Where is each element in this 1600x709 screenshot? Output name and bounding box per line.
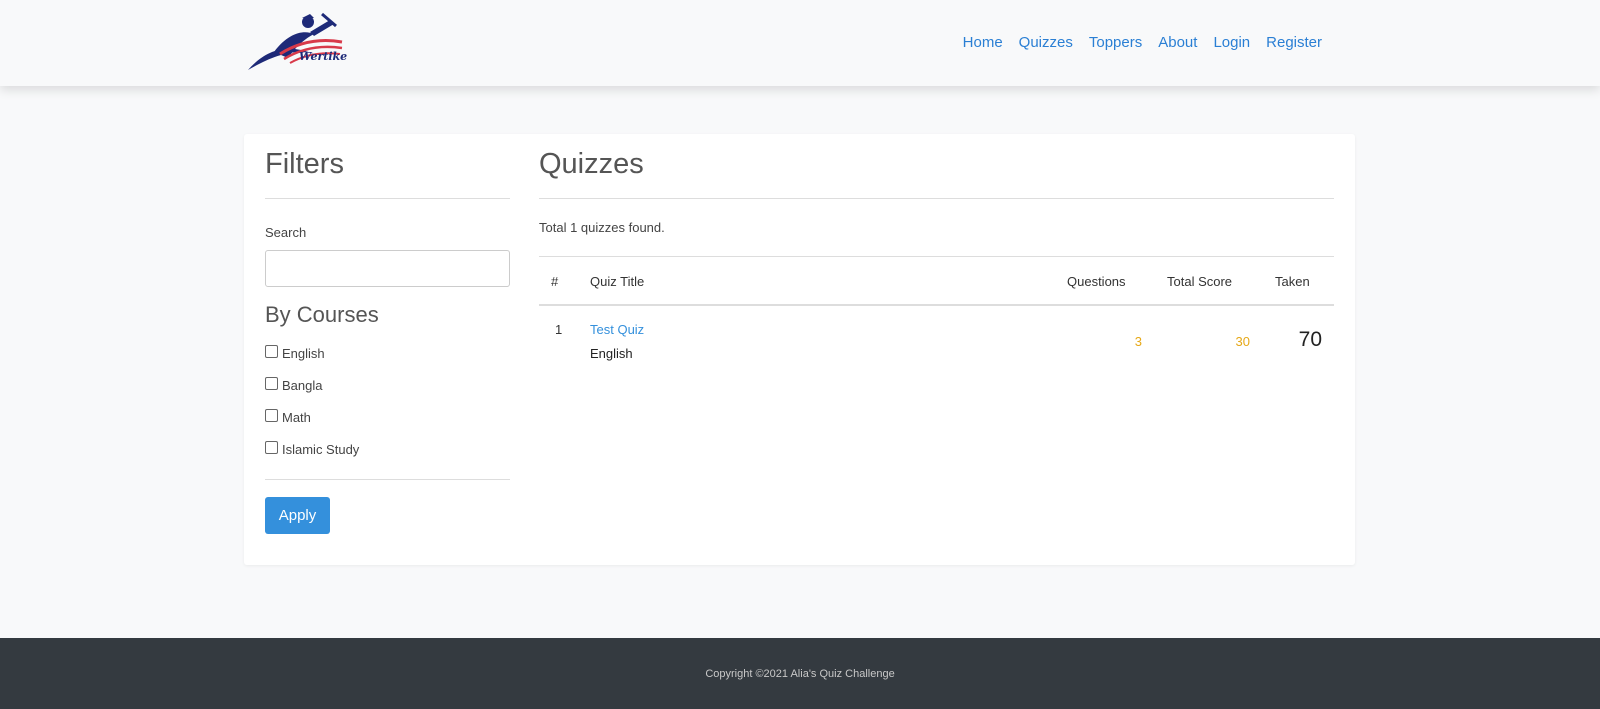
site-logo[interactable]: Wertike — [244, 12, 348, 72]
nav-register[interactable]: Register — [1258, 33, 1330, 53]
logo-text: Wertike — [299, 50, 348, 63]
course-label: Bangla — [282, 377, 323, 393]
nav-toppers[interactable]: Toppers — [1081, 33, 1150, 53]
course-checkbox-list: English Bangla Math Islamic Study — [265, 337, 359, 465]
copyright-text: Copyright ©2021 Alia's Quiz Challenge — [705, 668, 895, 680]
checkbox[interactable] — [265, 409, 278, 422]
quiz-course: English — [590, 346, 633, 361]
checkbox[interactable] — [265, 345, 278, 358]
divider — [265, 479, 510, 480]
logo-runner-icon — [248, 12, 343, 70]
main-nav: Home Quizzes Toppers About Login Registe… — [955, 33, 1330, 53]
quiz-title-link[interactable]: Test Quiz — [590, 322, 644, 337]
checkbox[interactable] — [265, 441, 278, 454]
course-option-bangla[interactable]: Bangla — [265, 369, 359, 401]
course-option-islamic-study[interactable]: Islamic Study — [265, 433, 359, 465]
course-label: Islamic Study — [282, 441, 360, 457]
quizzes-title: Quizzes — [539, 148, 644, 180]
quiz-question-count: 3 — [1134, 334, 1142, 349]
checkbox[interactable] — [265, 377, 278, 390]
divider — [539, 198, 1334, 199]
nav-about[interactable]: About — [1150, 33, 1205, 53]
table-header: # Quiz Title Questions Total Score Taken — [539, 256, 1334, 306]
filters-title: Filters — [265, 148, 344, 180]
total-count-text: Total 1 quizzes found. — [539, 220, 665, 235]
table-row: 1 Test Quiz English 3 30 70 — [539, 306, 1334, 370]
footer: Copyright ©2021 Alia's Quiz Challenge — [0, 638, 1600, 709]
col-questions: Questions — [1067, 274, 1126, 289]
course-label: Math — [282, 409, 311, 425]
nav-quizzes[interactable]: Quizzes — [1011, 33, 1081, 53]
search-label: Search — [265, 225, 307, 240]
content-card: Filters Search By Courses English Bangla… — [244, 134, 1355, 565]
course-label: English — [282, 345, 325, 361]
courses-title: By Courses — [265, 302, 379, 327]
col-total-score: Total Score — [1167, 274, 1233, 289]
divider — [265, 198, 510, 199]
quiz-taken-count: 70 — [1298, 328, 1322, 351]
col-title: Quiz Title — [590, 274, 645, 289]
col-taken: Taken — [1275, 274, 1310, 289]
apply-button[interactable]: Apply — [265, 497, 330, 534]
course-option-math[interactable]: Math — [265, 401, 359, 433]
row-num: 1 — [555, 322, 563, 337]
quiz-table: # Quiz Title Questions Total Score Taken… — [539, 256, 1334, 370]
navbar: Wertike Home Quizzes Toppers About Login… — [0, 0, 1600, 86]
quiz-total-score: 30 — [1235, 334, 1250, 349]
course-option-english[interactable]: English — [265, 337, 359, 369]
search-input[interactable] — [265, 250, 510, 287]
col-num: # — [551, 274, 559, 289]
nav-home[interactable]: Home — [955, 33, 1011, 53]
nav-login[interactable]: Login — [1205, 33, 1258, 53]
